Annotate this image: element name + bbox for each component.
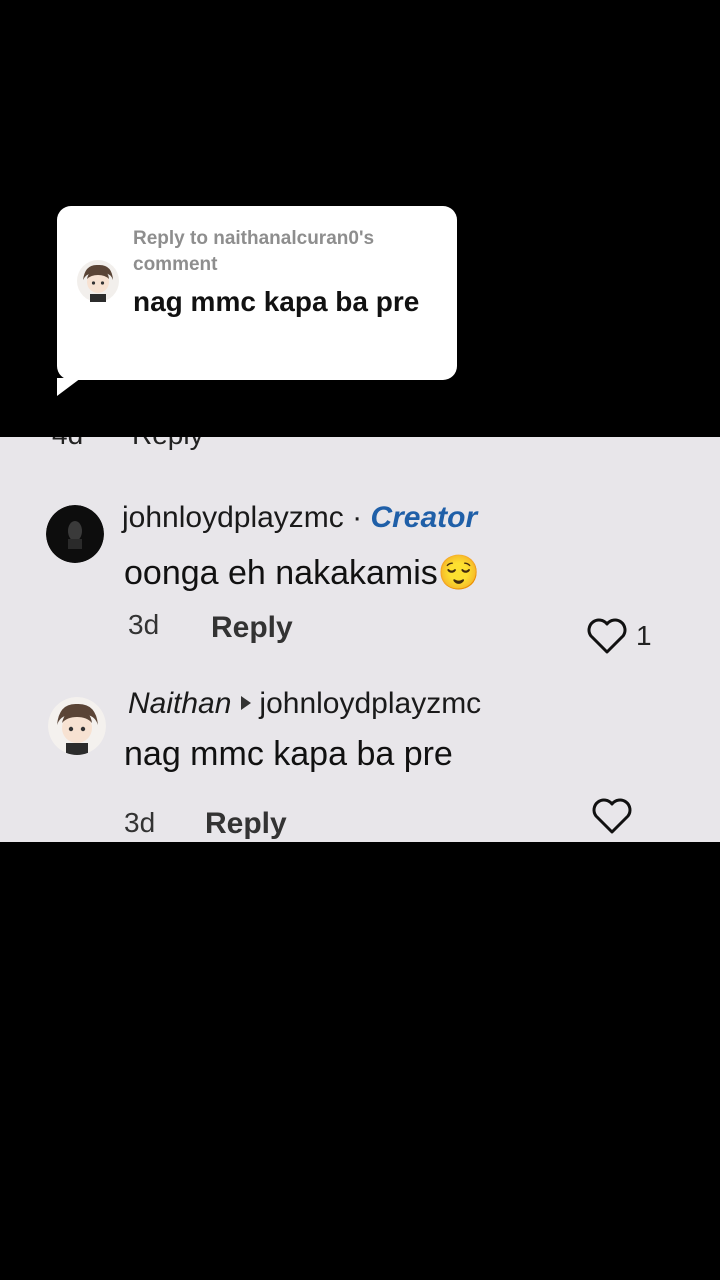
- comments-panel: 4d Reply johnloydplayzmc · Creator oonga…: [0, 437, 720, 842]
- reply-button[interactable]: Reply: [205, 807, 287, 841]
- avatar[interactable]: [46, 505, 104, 563]
- comment-text: nag mmc kapa ba pre: [124, 735, 453, 773]
- heart-icon[interactable]: [586, 617, 628, 660]
- like-count: 1: [636, 620, 652, 651]
- creator-badge: Creator: [370, 501, 478, 534]
- comment-text: oonga eh nakakamis😌: [124, 553, 480, 593]
- replied-to-username[interactable]: johnloydplayzmc: [259, 687, 481, 720]
- username[interactable]: Naithan: [128, 687, 231, 720]
- partial-comment-row: 4d Reply: [0, 437, 720, 451]
- reply-bubble: Reply to naithanalcuran0's comment nag m…: [57, 206, 457, 380]
- partial-reply-button[interactable]: Reply: [132, 437, 204, 451]
- avatar: [77, 260, 119, 302]
- bubble-tail: [57, 378, 81, 396]
- comment-username[interactable]: Naithan johnloydplayzmc: [128, 687, 481, 721]
- separator: ·: [352, 501, 363, 534]
- reply-bubble-text: nag mmc kapa ba pre: [133, 286, 420, 317]
- reply-to-label: Reply to naithanalcuran0's comment: [133, 228, 375, 275]
- partial-time: 4d: [52, 437, 83, 451]
- comment-time: 3d: [128, 609, 160, 640]
- heart-icon[interactable]: [591, 797, 633, 840]
- comment-username[interactable]: johnloydplayzmc · Creator: [122, 501, 477, 535]
- reply-arrow-icon: [241, 696, 252, 711]
- relieved-face-emoji-icon: 😌: [437, 554, 481, 592]
- avatar[interactable]: [48, 697, 106, 755]
- comment-time: 3d: [124, 807, 156, 838]
- reply-button[interactable]: Reply: [211, 611, 293, 645]
- comment-text-content: oonga eh nakakamis: [124, 554, 438, 592]
- username[interactable]: johnloydplayzmc: [122, 501, 344, 534]
